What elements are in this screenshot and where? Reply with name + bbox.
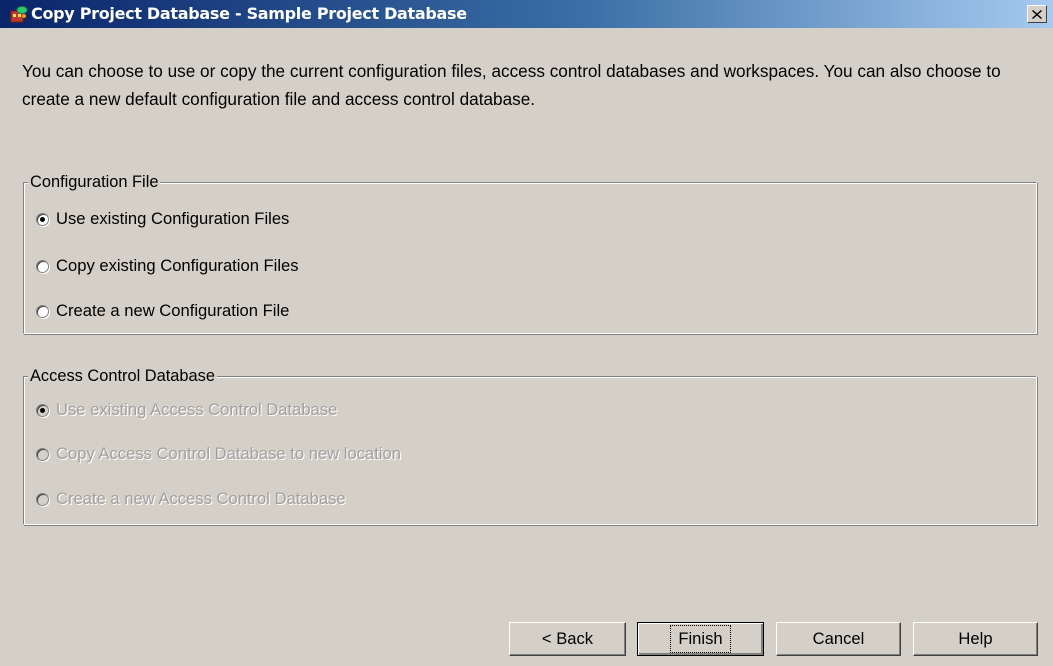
radio-create-new-acd: Create a new Access Control Database	[36, 489, 346, 509]
cancel-button[interactable]: Cancel	[776, 622, 901, 656]
title-bar[interactable]: Copy Project Database - Sample Project D…	[0, 0, 1053, 28]
radio-button-selected[interactable]	[36, 212, 49, 226]
finish-button-label: Finish	[670, 625, 731, 653]
radio-label: Create a new Configuration File	[56, 301, 290, 320]
radio-button	[36, 447, 49, 461]
radio-button	[36, 492, 49, 506]
access-control-database-legend: Access Control Database	[28, 366, 217, 386]
intro-text: You can choose to use or copy the curren…	[22, 61, 1001, 109]
cancel-button-label: Cancel	[812, 629, 865, 648]
radio-use-existing-acd: Use existing Access Control Database	[36, 400, 337, 420]
help-button-label: Help	[958, 629, 993, 648]
radio-label: Copy Access Control Database to new loca…	[56, 444, 401, 463]
configuration-file-legend: Configuration File	[28, 172, 161, 192]
radio-label: Copy existing Configuration Files	[56, 256, 299, 275]
configuration-file-group: Configuration File Use existing Configur…	[23, 172, 1037, 334]
radio-button[interactable]	[36, 259, 49, 273]
window-title: Copy Project Database - Sample Project D…	[31, 4, 467, 23]
close-icon	[1032, 9, 1042, 19]
radio-label: Use existing Configuration Files	[56, 209, 290, 228]
close-button[interactable]	[1027, 5, 1047, 23]
radio-copy-acd-new-location: Copy Access Control Database to new loca…	[36, 444, 401, 464]
radio-create-new-config[interactable]: Create a new Configuration File	[36, 301, 289, 321]
back-button-label: < Back	[541, 629, 594, 648]
radio-copy-existing-config[interactable]: Copy existing Configuration Files	[36, 256, 299, 276]
back-button[interactable]: < Back	[509, 622, 626, 656]
database-app-icon	[10, 6, 28, 23]
help-button[interactable]: Help	[913, 622, 1038, 656]
access-control-database-group: Access Control Database Use existing Acc…	[23, 366, 1037, 525]
radio-button-selected	[36, 403, 49, 417]
finish-button[interactable]: Finish	[637, 622, 764, 656]
radio-label: Create a new Access Control Database	[56, 489, 346, 508]
radio-label: Use existing Access Control Database	[56, 400, 338, 419]
radio-button[interactable]	[36, 304, 49, 318]
radio-use-existing-config[interactable]: Use existing Configuration Files	[36, 209, 289, 229]
